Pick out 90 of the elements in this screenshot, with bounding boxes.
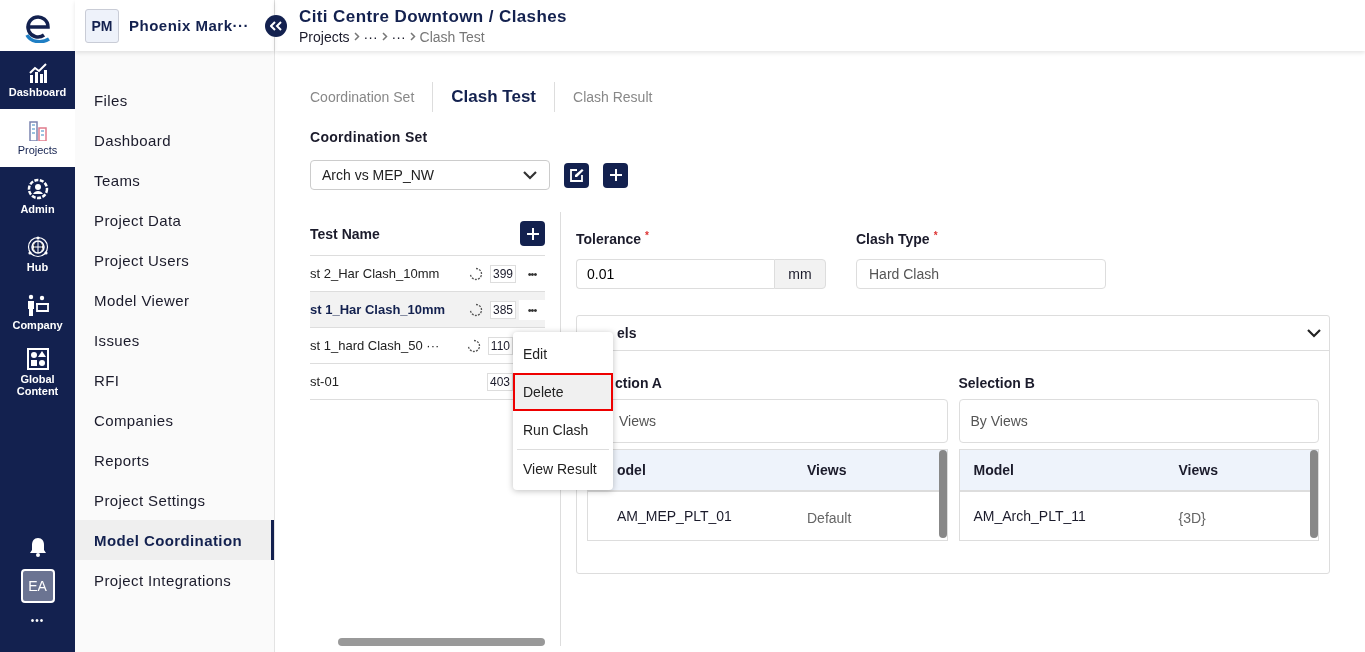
panel-title: els [617, 325, 637, 341]
coordination-set-dropdown[interactable]: Arch vs MEP_NW [310, 160, 550, 190]
rail-item[interactable]: Company [0, 283, 75, 341]
sidebar-item[interactable]: Model Coordination [75, 520, 274, 560]
more-menu[interactable]: ••• [30, 615, 45, 626]
field-label: Coordination Set [310, 129, 428, 145]
clash-count: 385 [489, 300, 516, 319]
edit-button[interactable] [564, 162, 589, 188]
buildings-icon [27, 120, 48, 141]
rail-item[interactable]: Admin [0, 167, 75, 225]
sidebar-item[interactable]: Model Viewer [75, 280, 274, 320]
project-name[interactable]: Phoenix Mark··· [129, 17, 249, 34]
chevron-icon [409, 32, 416, 41]
scrollbar[interactable] [338, 638, 545, 646]
sidebar-item[interactable]: Reports [75, 440, 274, 480]
sidebar-item[interactable]: Project Data [75, 200, 274, 240]
column-heading: Test Name [310, 225, 380, 242]
shapes-icon [26, 347, 49, 370]
tolerance-field[interactable]: 0.01 [576, 259, 774, 289]
bell-icon[interactable] [28, 537, 47, 557]
sidebar-item[interactable]: Project Users [75, 240, 274, 280]
clash-count: 110 [487, 336, 513, 355]
breadcrumb-link[interactable]: Clash Test [419, 28, 485, 45]
unit-label: mm [774, 259, 826, 289]
field-label: Clash Type * [856, 231, 938, 247]
chevron-icon [353, 32, 360, 41]
chevron-down-icon [523, 170, 537, 180]
column-header: Views [807, 462, 848, 478]
sidebar-item[interactable]: Project Settings [75, 480, 274, 520]
plus-icon [608, 168, 623, 182]
clash-count: 399 [489, 264, 516, 283]
chevron-icon [381, 32, 388, 41]
chart-icon [27, 62, 48, 83]
user-avatar[interactable]: EA [20, 569, 55, 603]
test-row[interactable]: st-01 403 [310, 364, 513, 399]
person-desk-icon [25, 293, 50, 316]
rail-item[interactable]: Global Content [0, 341, 75, 403]
page-title: Citi Centre Downtown / Clashes [299, 6, 567, 27]
sidebar-item[interactable]: Issues [75, 320, 274, 360]
menu-item[interactable]: View Result [517, 449, 609, 487]
breadcrumb-link[interactable]: Projects [299, 28, 350, 45]
sidebar-item[interactable]: Project Integrations [75, 560, 274, 600]
sidebar-item[interactable]: Dashboard [75, 120, 274, 160]
column-header: Views [1178, 462, 1219, 478]
table-cell-text: AM_Arch_PLT_11 [972, 508, 1087, 524]
user-gear-icon [26, 177, 49, 200]
plus-icon [525, 226, 540, 241]
selection-field[interactable]: By Views [958, 399, 1319, 443]
table-cell-text: AM_MEP_PLT_01 [616, 508, 733, 524]
collapse-button[interactable] [265, 14, 287, 37]
project-badge: PM [85, 8, 119, 43]
more-button[interactable]: ••• [519, 299, 545, 320]
table-cell-text: {3D} [1178, 509, 1207, 526]
rail-item[interactable]: Hub [0, 225, 75, 283]
test-name: st-01 [310, 374, 340, 389]
double-chevron-left-icon [270, 20, 282, 31]
tab[interactable]: Clash Test [451, 82, 536, 112]
test-row[interactable]: st 2_Har Clash_10mm 399 ••• [310, 256, 545, 291]
clash-count: 403 [486, 372, 513, 391]
rail-item[interactable]: Projects [0, 109, 75, 167]
selection-label: Selection B [958, 374, 1035, 393]
tab[interactable]: Clash Result [573, 82, 653, 112]
more-button[interactable]: ••• [519, 263, 545, 284]
chevron-down-icon[interactable] [1307, 328, 1321, 338]
test-row[interactable]: st 1_hard Clash_50 ··· 110 [310, 328, 513, 363]
test-name: st 1_Har Clash_10mm [310, 302, 447, 317]
test-name: st 1_hard Clash_50 ··· [310, 338, 441, 353]
test-row[interactable]: st 1_Har Clash_10mm 385 ••• [310, 292, 545, 327]
edit-icon [569, 168, 584, 182]
tab[interactable]: Coordination Set [310, 82, 415, 112]
add-test-button[interactable] [520, 221, 545, 246]
globe-icon [26, 235, 49, 258]
test-name: st 2_Har Clash_10mm [310, 266, 441, 281]
selection-label: ction A [615, 374, 662, 393]
rail-item[interactable]: Dashboard [0, 51, 75, 109]
sidebar-item[interactable]: Companies [75, 400, 274, 440]
scrollbar[interactable] [938, 450, 947, 538]
menu-item[interactable]: Delete [513, 373, 613, 411]
breadcrumb-link[interactable]: ··· [391, 28, 406, 45]
sidebar-item[interactable]: Teams [75, 160, 274, 200]
sidebar-item[interactable]: RFI [75, 360, 274, 400]
menu-item[interactable]: Edit [513, 335, 613, 373]
breadcrumb-link[interactable]: ··· [363, 28, 378, 45]
field-label: Tolerance * [576, 231, 649, 247]
add-button[interactable] [603, 162, 628, 188]
table-cell-text: Default [807, 509, 853, 526]
column-header: Model [972, 462, 1015, 478]
sidebar-item[interactable]: Files [75, 80, 274, 120]
clash-type-field[interactable]: Hard Clash [856, 259, 1106, 289]
scrollbar[interactable] [1310, 450, 1318, 538]
